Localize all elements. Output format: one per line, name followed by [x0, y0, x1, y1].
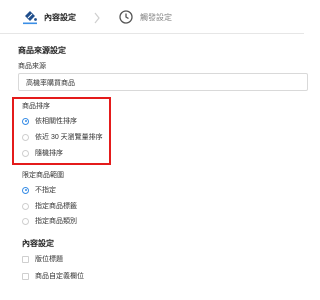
scope-option-category[interactable]: 指定商品類別	[22, 215, 77, 227]
sort-option-label: 依近 30 天瀏覽量排序	[35, 134, 103, 141]
product-scope-label: 限定商品範圍	[22, 172, 64, 179]
settings-tabs: 內容設定 觸發設定	[0, 0, 304, 34]
scope-option-label: 不指定	[35, 187, 56, 194]
sort-option-relevance[interactable]: 依相關性排序	[22, 115, 77, 127]
sort-option-random[interactable]: 隨機排序	[22, 147, 63, 159]
checkbox[interactable]	[22, 272, 29, 280]
option-placement-title[interactable]: 版位標題	[22, 253, 63, 265]
radio-button[interactable]	[22, 186, 29, 194]
product-source-select[interactable]: 高機率購買商品	[18, 73, 308, 91]
tab-content-label: 內容設定	[44, 12, 76, 22]
option-custom-product-field[interactable]: 商品自定義欄位	[22, 270, 84, 282]
sort-option-label: 依相關性排序	[35, 118, 77, 125]
tab-trigger-settings[interactable]: 觸發設定	[118, 8, 172, 26]
checkbox[interactable]	[22, 255, 29, 263]
checkbox-label: 版位標題	[35, 256, 63, 263]
sort-option-label: 隨機排序	[35, 150, 63, 157]
scope-option-tag[interactable]: 指定商品標籤	[22, 200, 77, 212]
tab-content-settings[interactable]: 內容設定	[22, 8, 76, 26]
radio-button[interactable]	[22, 117, 29, 125]
chevron-right-icon	[93, 11, 101, 24]
scope-option-label: 指定商品標籤	[35, 203, 77, 210]
sort-option-views-30-days[interactable]: 依近 30 天瀏覽量排序	[22, 131, 103, 143]
tab-trigger-label: 觸發設定	[140, 12, 172, 22]
product-source-settings-title: 商品來源設定	[18, 46, 66, 55]
clock-icon	[118, 9, 134, 25]
radio-button[interactable]	[22, 202, 29, 210]
product-source-label: 商品來源	[18, 63, 46, 70]
product-source-value: 高機率購買商品	[26, 80, 75, 87]
product-sort-label: 商品排序	[22, 103, 50, 110]
paint-bucket-icon	[22, 9, 38, 25]
radio-button[interactable]	[22, 217, 29, 225]
content-settings-title: 內容設定	[22, 239, 54, 248]
checkbox-label: 商品自定義欄位	[35, 273, 84, 280]
scope-option-label: 指定商品類別	[35, 218, 77, 225]
scope-option-none[interactable]: 不指定	[22, 184, 56, 196]
radio-button[interactable]	[22, 133, 29, 141]
radio-button[interactable]	[22, 149, 29, 157]
